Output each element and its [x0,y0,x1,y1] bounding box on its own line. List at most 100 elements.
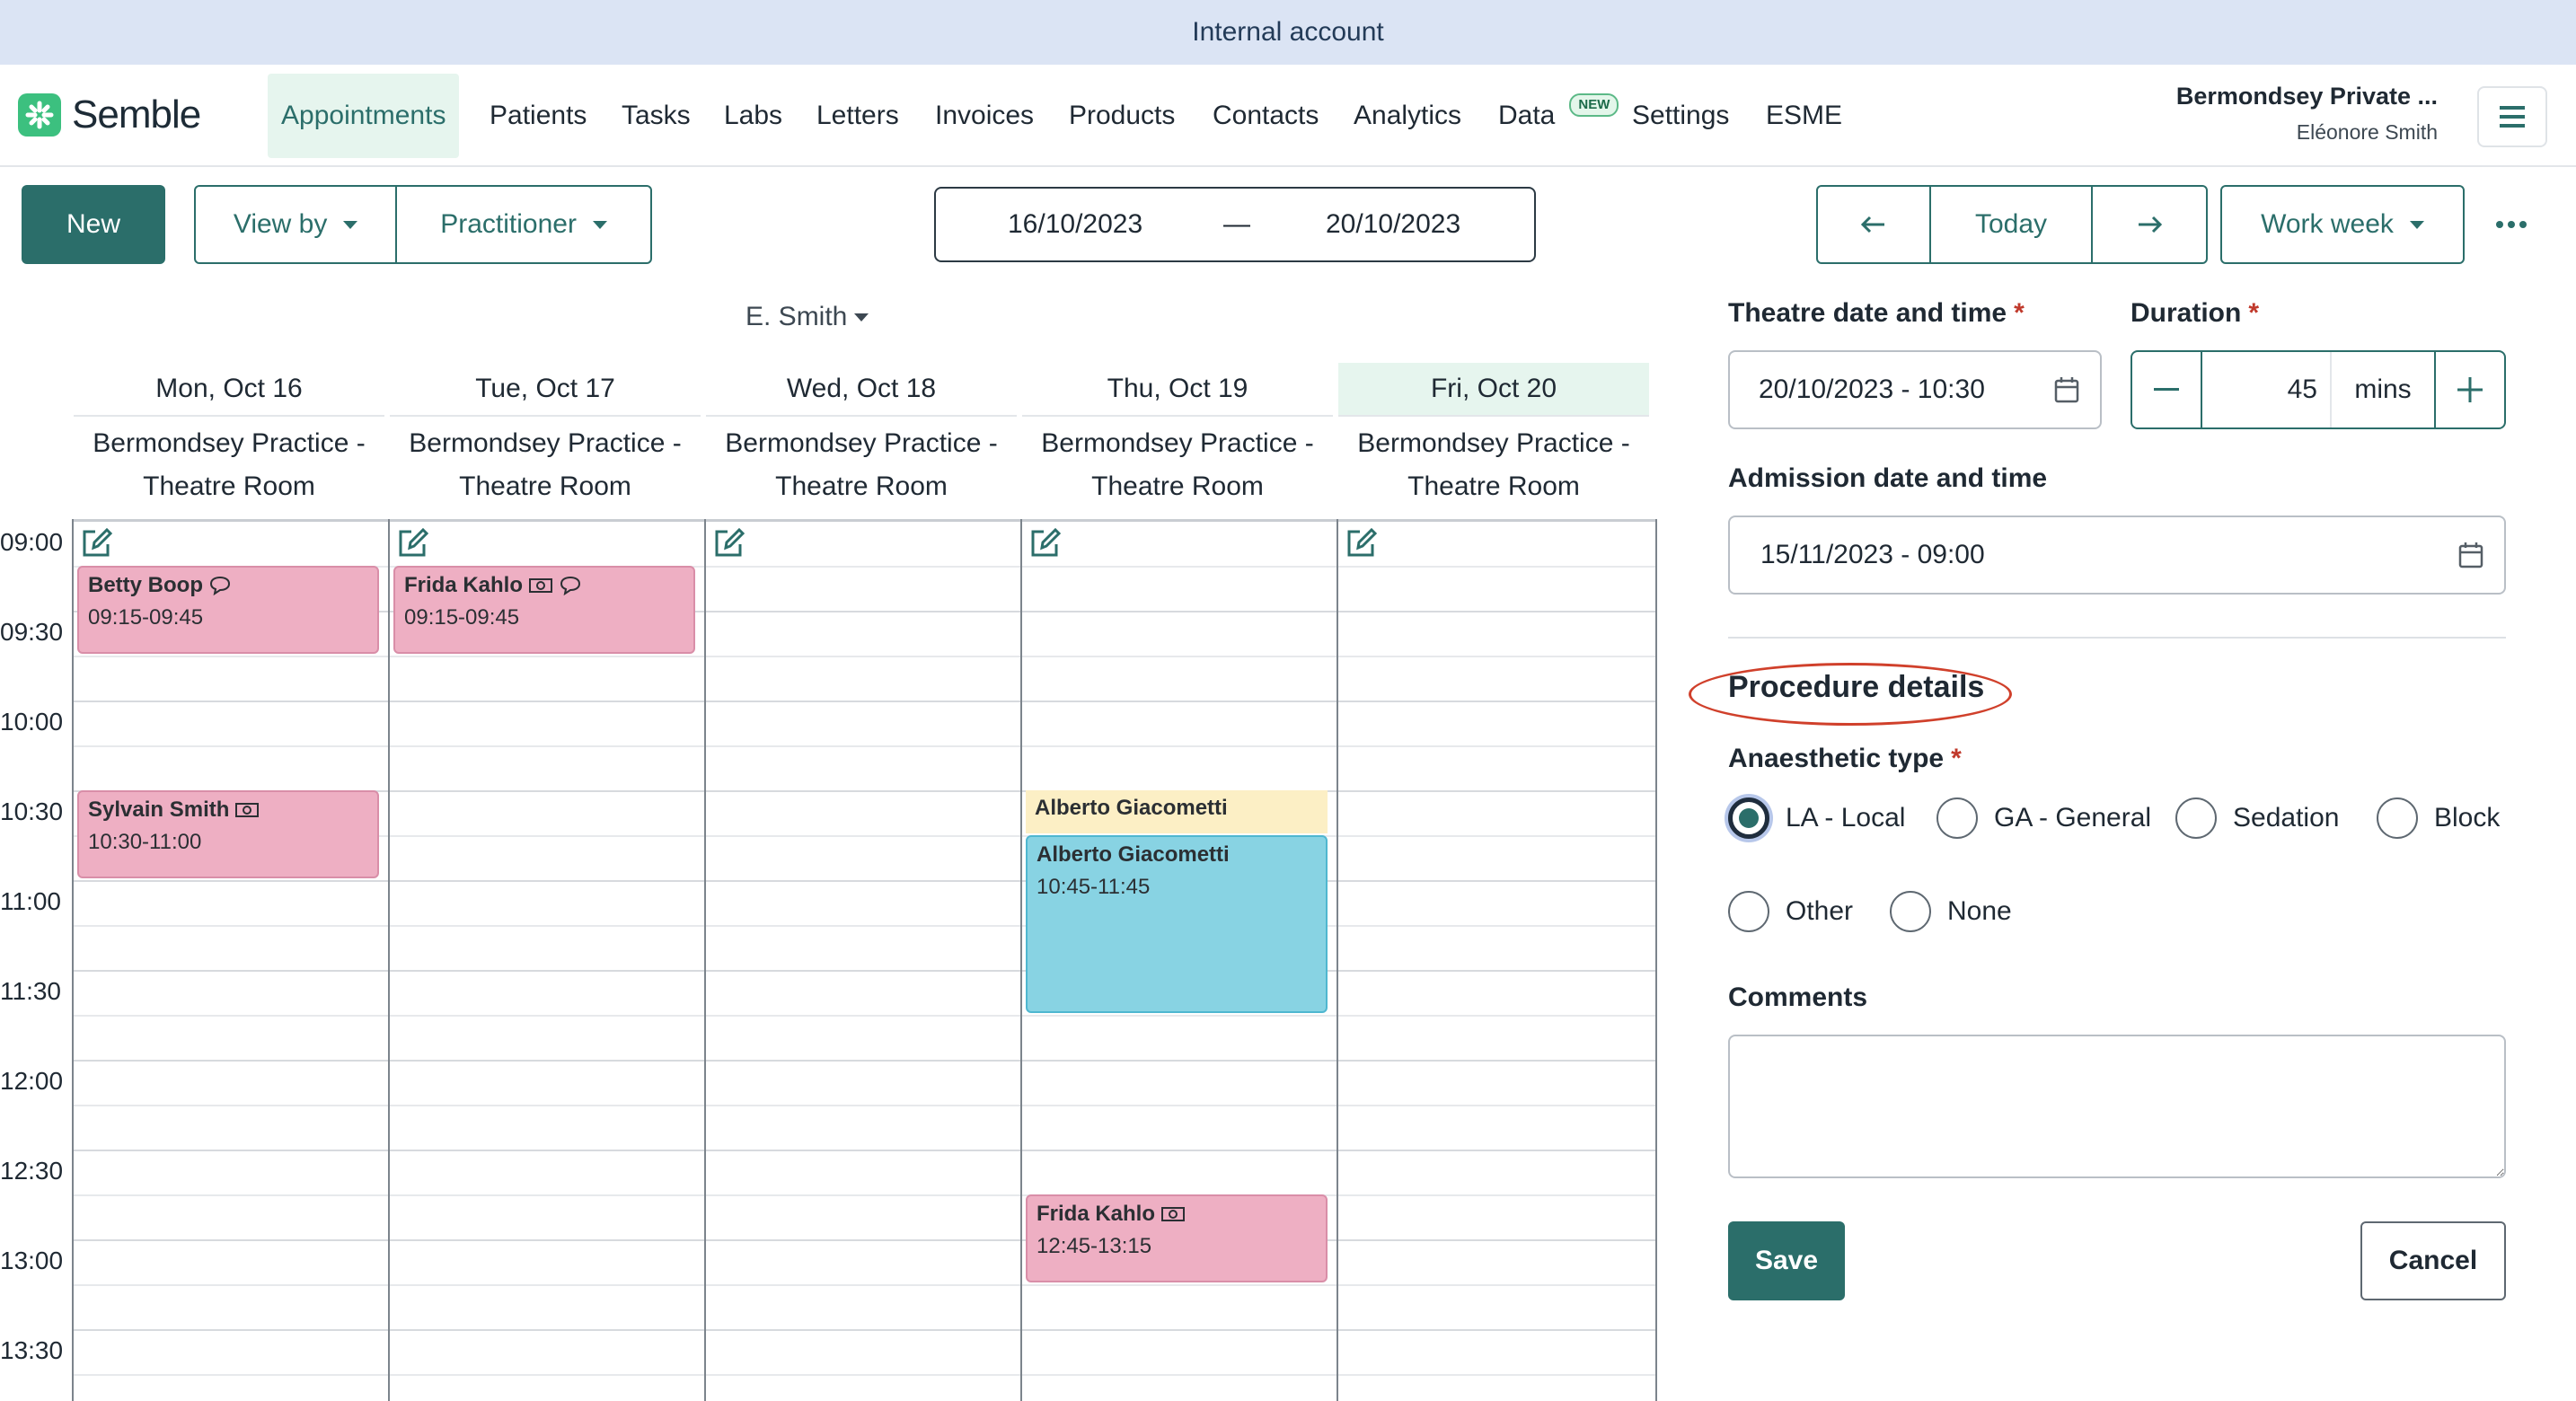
radio-button[interactable] [2175,797,2217,839]
nav-tasks[interactable]: Tasks [608,74,704,158]
comments-textarea[interactable] [1728,1035,2506,1178]
cancel-button[interactable]: Cancel [2360,1221,2506,1300]
time-label: 09:30 [0,618,64,646]
room-label-mon: Bermondsey Practice - Theatre Room [93,428,366,501]
practitioner-dropdown[interactable]: Practitioner [397,187,650,262]
nav-letters[interactable]: Letters [803,74,913,158]
nav-patients[interactable]: Patients [476,74,600,158]
date-separator: — [1223,209,1250,239]
theatre-date-input[interactable]: 20/10/2023 - 10:30 [1728,350,2102,429]
today-button[interactable]: Today [1931,187,2093,262]
radio-sedation[interactable]: Sedation [2175,797,2339,839]
work-week-dropdown[interactable]: Work week [2222,187,2463,262]
menu-button[interactable] [2477,86,2547,147]
start-date[interactable]: 16/10/2023 [1008,209,1142,240]
column-divider [1020,519,1022,1401]
appointment-card[interactable]: Alberto Giacometti [1026,790,1328,833]
nav-invoices[interactable]: Invoices [922,74,1047,158]
column-divider [704,519,706,1401]
hamburger-icon [2500,106,2525,128]
logo-text: Semble [72,93,201,137]
new-button[interactable]: New [22,185,165,264]
time-label: 11:00 [0,887,61,915]
radio-button[interactable] [1936,797,1978,839]
time-label: 13:30 [0,1336,64,1364]
radio-ga-general[interactable]: GA - General [1936,797,2151,839]
duration-unit: mins [2330,352,2434,427]
arrow-left-icon [1861,216,1884,234]
nav-esme[interactable]: ESME [1752,74,1856,158]
radio-other[interactable]: Other [1728,891,1853,932]
radio-block[interactable]: Block [2377,797,2500,839]
appointment-time: 10:30-11:00 [88,830,202,854]
day-header-fri[interactable]: Fri, Oct 20 [1338,363,1649,417]
user-name[interactable]: Eléonore Smith [2297,120,2438,145]
day-header-wed[interactable]: Wed, Oct 18 [706,363,1017,417]
admission-date-input[interactable]: 15/11/2023 - 09:00 [1728,515,2506,595]
grid-line [72,1374,1657,1376]
caret-down-icon [592,220,607,229]
column-divider [1337,519,1338,1401]
appointment-card[interactable]: Betty Boop 09:15-09:45 [77,566,379,654]
previous-button[interactable] [1818,187,1931,262]
duration-input[interactable]: 45 [2202,374,2330,405]
nav-labs[interactable]: Labs [710,74,796,158]
edit-icon[interactable] [397,526,429,559]
date-range-picker[interactable]: 16/10/2023 — 20/10/2023 [934,187,1536,262]
radio-none[interactable]: None [1890,891,2012,932]
view-selector-group: View by Practitioner [194,185,652,264]
end-date[interactable]: 20/10/2023 [1326,209,1460,240]
radio-button[interactable] [2377,797,2418,839]
calendar-icon[interactable] [2053,375,2080,404]
section-divider [1728,637,2506,639]
patient-name: Alberto Giacometti [1035,796,1228,820]
radio-button[interactable] [1728,891,1769,932]
edit-icon[interactable] [713,526,745,559]
nav-products[interactable]: Products [1055,74,1188,158]
increase-duration-button[interactable] [2434,352,2504,427]
radio-button[interactable] [1728,797,1769,839]
edit-icon[interactable] [1345,526,1378,559]
practitioner-filter[interactable]: E. Smith [745,302,869,332]
new-badge: NEW [1569,93,1619,117]
nav-contacts[interactable]: Contacts [1199,74,1332,158]
nav-settings[interactable]: Settings [1619,74,1742,158]
next-button[interactable] [2093,187,2206,262]
admission-date-label: Admission date and time [1728,463,2048,493]
grid-line [72,925,1657,927]
appointment-card[interactable]: Alberto Giacometti 10:45-11:45 [1026,835,1328,1013]
comments-label: Comments [1728,982,1868,1012]
calendar-icon[interactable] [2457,541,2484,569]
decrease-duration-button[interactable] [2132,352,2202,427]
practice-name[interactable]: Bermondsey Private ... [2176,83,2438,110]
day-header-mon[interactable]: Mon, Oct 16 [74,363,384,417]
nav-data[interactable]: Data NEW [1485,74,1619,158]
appointment-card[interactable]: Frida Kahlo 12:45-13:15 [1026,1194,1328,1282]
banner-text: Internal account [1192,17,1384,47]
comment-icon [209,576,231,595]
semble-logo[interactable]: Semble [18,92,201,138]
grid-top-border [72,519,1657,522]
view-by-dropdown[interactable]: View by [196,187,398,262]
cash-icon [1161,1207,1186,1221]
time-label: 13:00 [0,1247,64,1274]
caret-down-icon [2409,220,2424,229]
save-button[interactable]: Save [1728,1221,1845,1300]
day-header-thu[interactable]: Thu, Oct 19 [1022,363,1333,417]
radio-la-local[interactable]: LA - Local [1728,797,1905,839]
cash-icon [235,803,260,817]
room-label-wed: Bermondsey Practice - Theatre Room [725,428,998,501]
appointment-card[interactable]: Sylvain Smith 10:30-11:00 [77,790,379,878]
radio-button[interactable] [1890,891,1931,932]
nav-appointments[interactable]: Appointments [268,74,460,158]
day-header-tue[interactable]: Tue, Oct 17 [390,363,701,417]
more-options-button[interactable] [2495,208,2527,241]
theatre-date-label: Theatre date and time * [1728,298,2025,328]
arrow-right-icon [2139,216,2162,234]
grid-line [72,1105,1657,1106]
edit-icon[interactable] [81,526,113,559]
edit-icon[interactable] [1029,526,1062,559]
appointment-time: 09:15-09:45 [88,605,204,630]
appointment-card[interactable]: Frida Kahlo 09:15-09:45 [393,566,695,654]
nav-analytics[interactable]: Analytics [1340,74,1475,158]
